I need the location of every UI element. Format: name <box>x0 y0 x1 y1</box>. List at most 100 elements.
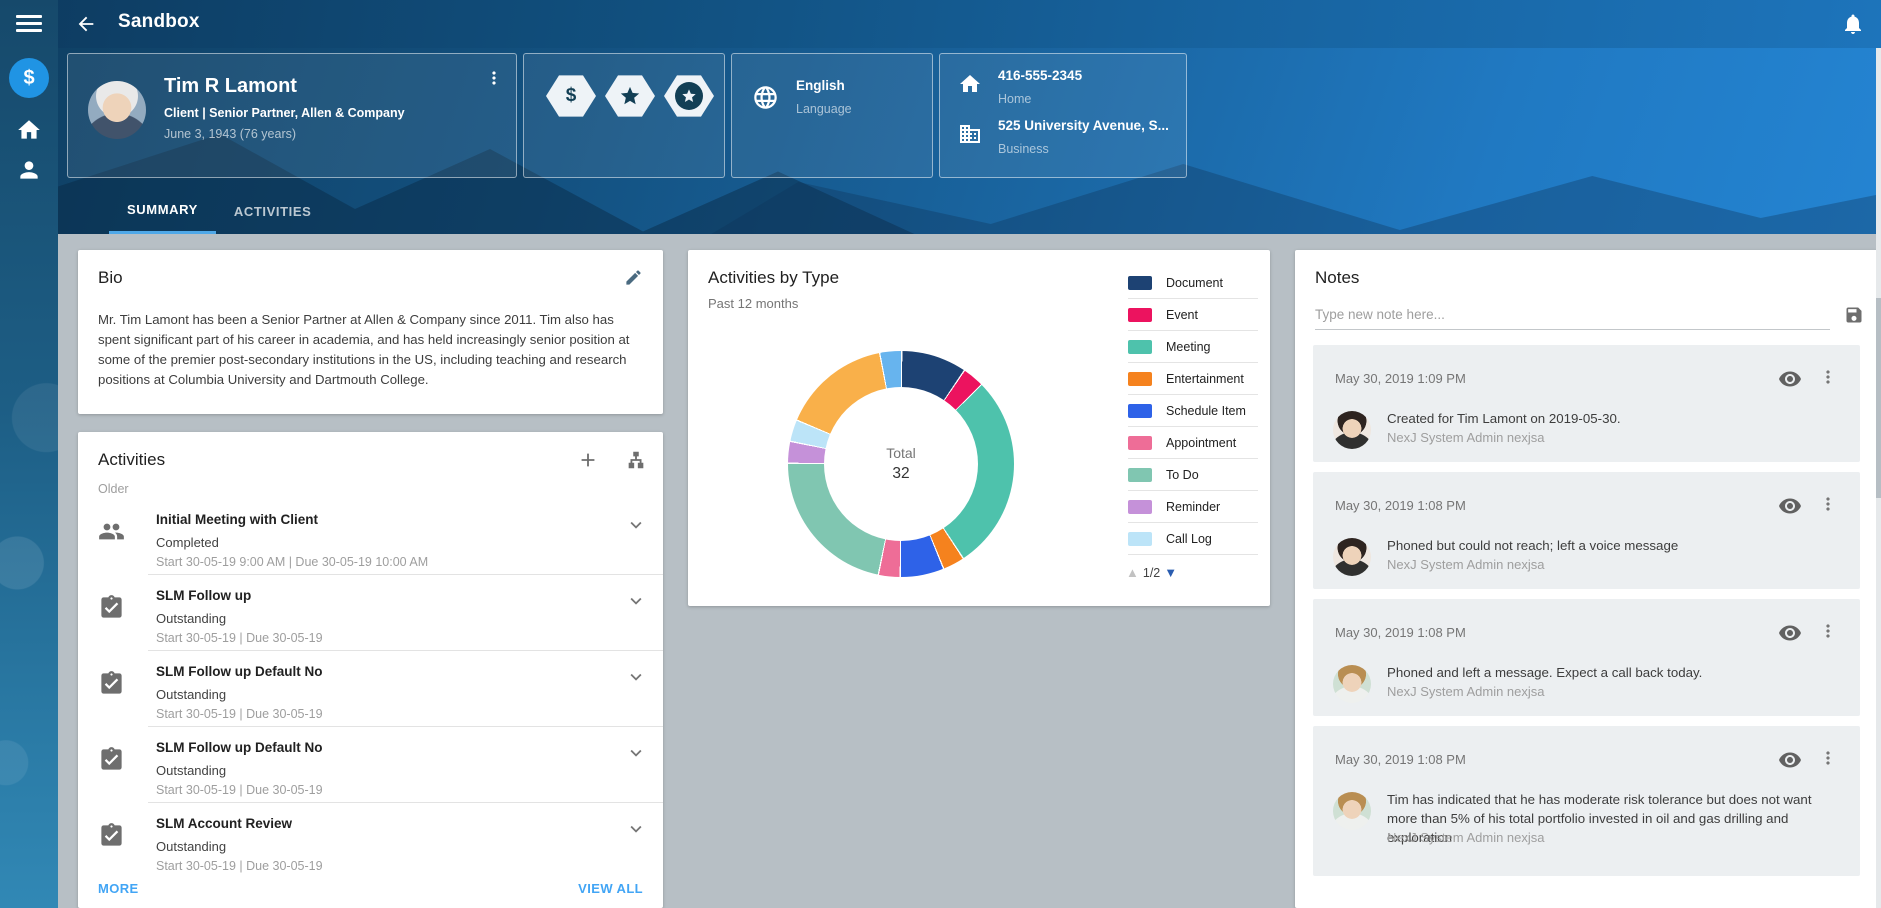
legend-label: Entertainment <box>1166 372 1244 386</box>
legend-label: Appointment <box>1166 436 1236 450</box>
activity-title: SLM Follow up <box>156 588 251 603</box>
legend-label: Document <box>1166 276 1223 290</box>
visibility-eye-icon[interactable] <box>1778 748 1802 772</box>
hierarchy-icon[interactable] <box>625 449 647 471</box>
author-avatar <box>1333 792 1371 830</box>
legend-label: Schedule Item <box>1166 404 1246 418</box>
legend-page-up-icon[interactable]: ▲ <box>1126 565 1139 580</box>
note-timestamp: May 30, 2019 1:09 PM <box>1335 371 1466 386</box>
bio-card: Bio Mr. Tim Lamont has been a Senior Par… <box>78 250 663 414</box>
note-author: NexJ System Admin nexjsa <box>1387 684 1545 699</box>
address-value: 525 University Avenue, S... <box>998 118 1169 133</box>
donut-center: Total 32 <box>788 351 1014 577</box>
notes-title: Notes <box>1315 268 1359 288</box>
legend-row: Appointment <box>1128 427 1258 459</box>
activity-row[interactable]: SLM Account Review Outstanding Start 30-… <box>78 802 663 878</box>
menu-hamburger-icon[interactable] <box>16 15 42 33</box>
legend-label: Meeting <box>1166 340 1210 354</box>
profile-kebab-menu-icon[interactable] <box>484 68 504 88</box>
dollar-badge-icon[interactable]: $ <box>546 74 596 118</box>
tab-activities[interactable]: ACTIVITIES <box>216 188 330 234</box>
notifications-bell-icon[interactable] <box>1841 12 1865 36</box>
chart-legend: Document Event Meeting Entertainment Sch… <box>1128 267 1258 563</box>
activity-row[interactable]: SLM Follow up Outstanding Start 30-05-19… <box>78 574 663 650</box>
note-author: NexJ System Admin nexjsa <box>1387 430 1545 445</box>
chevron-down-icon[interactable] <box>625 818 647 840</box>
note-author: NexJ System Admin nexjsa <box>1387 830 1545 845</box>
notes-card: Notes May 30, 2019 1:09 PM Created for T… <box>1295 250 1878 908</box>
task-icon <box>98 822 125 849</box>
task-icon <box>98 594 125 621</box>
save-icon[interactable] <box>1844 305 1864 325</box>
chevron-down-icon[interactable] <box>625 666 647 688</box>
legend-label: Event <box>1166 308 1198 322</box>
more-button[interactable]: MORE <box>98 881 139 896</box>
home-icon <box>16 117 42 143</box>
legend-row: Event <box>1128 299 1258 331</box>
legend-swatch <box>1128 404 1152 418</box>
legend-swatch <box>1128 532 1152 546</box>
author-avatar <box>1333 665 1371 703</box>
legend-label: Call Log <box>1166 532 1212 546</box>
chevron-down-icon[interactable] <box>625 590 647 612</box>
activity-row[interactable]: SLM Follow up Default No Outstanding Sta… <box>78 726 663 802</box>
note-kebab-menu-icon[interactable] <box>1818 367 1838 387</box>
add-activity-icon[interactable] <box>577 449 599 471</box>
contact-info-card: 416-555-2345 Home 525 University Avenue,… <box>939 53 1187 178</box>
phone-label: Home <box>998 92 1031 106</box>
author-avatar <box>1333 538 1371 576</box>
language-card: English Language <box>731 53 933 178</box>
note-kebab-menu-icon[interactable] <box>1818 748 1838 768</box>
back-arrow-icon[interactable] <box>75 13 97 35</box>
chart-subtitle: Past 12 months <box>708 296 798 311</box>
tab-summary[interactable]: SUMMARY <box>109 188 216 234</box>
language-label: Language <box>796 102 852 116</box>
contact-name: Tim R Lamont <box>164 75 297 98</box>
activity-title: SLM Follow up Default No <box>156 740 322 755</box>
edit-pencil-icon[interactable] <box>624 268 643 287</box>
legend-swatch <box>1128 308 1152 322</box>
badges-card: $ <box>523 53 725 178</box>
chevron-down-icon[interactable] <box>625 514 647 536</box>
legend-swatch <box>1128 468 1152 482</box>
legend-row: Reminder <box>1128 491 1258 523</box>
chevron-down-icon[interactable] <box>625 742 647 764</box>
sidebar-item-contacts[interactable] <box>9 150 49 190</box>
visibility-eye-icon[interactable] <box>1778 367 1802 391</box>
sidebar-item-home[interactable] <box>9 110 49 150</box>
legend-swatch <box>1128 436 1152 450</box>
phone-row[interactable]: 416-555-2345 Home <box>940 66 1188 118</box>
phone-number: 416-555-2345 <box>998 68 1082 83</box>
top-app-bar: Sandbox <box>0 0 1881 48</box>
note-text: Phoned and left a message. Expect a call… <box>1387 663 1827 682</box>
contact-birthdate: June 3, 1943 (76 years) <box>164 127 296 141</box>
legend-row: Document <box>1128 267 1258 299</box>
task-icon <box>98 746 125 773</box>
vertical-scrollbar[interactable] <box>1876 48 1881 908</box>
activity-dates: Start 30-05-19 | Due 30-05-19 <box>156 707 323 721</box>
sidebar-item-finance-dollar[interactable]: $ <box>9 58 49 98</box>
note-kebab-menu-icon[interactable] <box>1818 621 1838 641</box>
star-badge-icon[interactable] <box>605 74 655 118</box>
legend-swatch <box>1128 500 1152 514</box>
page-title: Sandbox <box>118 11 200 33</box>
scrollbar-thumb[interactable] <box>1876 298 1881 498</box>
note-timestamp: May 30, 2019 1:08 PM <box>1335 498 1466 513</box>
note-kebab-menu-icon[interactable] <box>1818 494 1838 514</box>
address-row[interactable]: 525 University Avenue, S... Business <box>940 116 1188 168</box>
note-timestamp: May 30, 2019 1:08 PM <box>1335 625 1466 640</box>
activity-title: SLM Account Review <box>156 816 292 831</box>
visibility-eye-icon[interactable] <box>1778 621 1802 645</box>
visibility-eye-icon[interactable] <box>1778 494 1802 518</box>
building-icon <box>958 122 982 146</box>
activity-row[interactable]: SLM Follow up Default No Outstanding Sta… <box>78 650 663 726</box>
group-icon <box>98 518 125 545</box>
new-note-input[interactable] <box>1315 300 1830 330</box>
legend-row: To Do <box>1128 459 1258 491</box>
donut-total-value: 32 <box>892 465 909 483</box>
view-all-button[interactable]: VIEW ALL <box>578 881 643 896</box>
activity-row[interactable]: Initial Meeting with Client Completed St… <box>78 498 663 574</box>
star-circle-badge-icon[interactable] <box>664 74 714 118</box>
legend-page-down-icon[interactable]: ▼ <box>1164 565 1177 580</box>
legend-row: Entertainment <box>1128 363 1258 395</box>
